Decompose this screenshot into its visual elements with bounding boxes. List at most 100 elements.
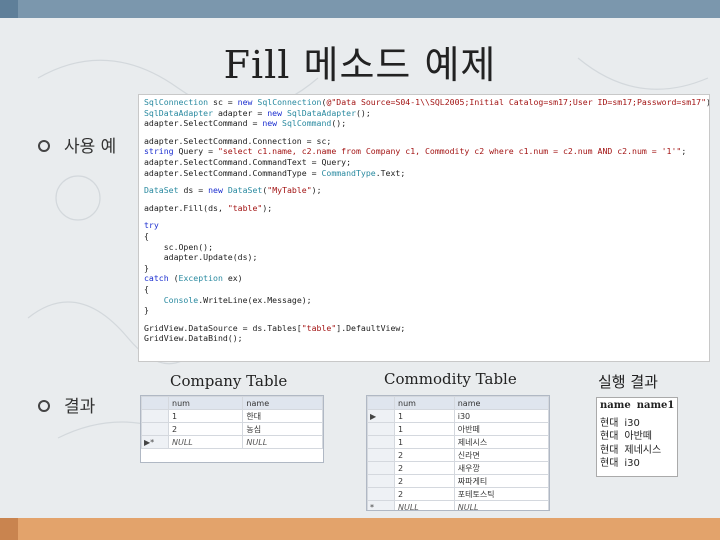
row-selector[interactable] (367, 435, 395, 449)
table-row[interactable]: 2 포테토스틱 (367, 487, 549, 501)
code-token: } (144, 262, 149, 273)
code-token: GridView.DataSource = ds.Tables[ (144, 322, 302, 333)
code-token: { (144, 230, 149, 241)
result-column-header: name (600, 400, 631, 411)
code-token: SqlConnection (144, 97, 209, 107)
table-row[interactable]: 1 아반떼 (367, 422, 549, 436)
table-cell[interactable]: 2 (394, 474, 455, 488)
table-cell[interactable]: 포테토스틱 (453, 487, 549, 501)
result-cell: i30 (624, 458, 640, 469)
row-selector[interactable] (367, 448, 395, 462)
top-accent-bar (0, 0, 720, 18)
row-selector[interactable]: ▶ (367, 409, 395, 423)
code-token: "table" (227, 202, 263, 213)
code-token: .Text; (375, 167, 406, 178)
code-token: adapter.SelectCommand.CommandText = Quer… (144, 156, 352, 167)
bullet-result: 결과 (38, 392, 95, 417)
row-selector[interactable]: * (367, 500, 395, 510)
code-token: new (267, 107, 283, 118)
code-token: Query = (173, 146, 218, 157)
code-token: "table" (301, 322, 337, 333)
code-line: Console.WriteLine(ex.Message); (144, 295, 704, 306)
table-cell[interactable]: NULL (394, 500, 455, 510)
code-token: ); (262, 202, 273, 213)
table-row[interactable]: 2 농심 (141, 422, 323, 436)
code-token: ].DefaultView; (336, 322, 406, 333)
table-cell[interactable]: 1 (394, 435, 455, 449)
row-selector[interactable] (367, 461, 395, 475)
column-header[interactable]: name (242, 396, 323, 410)
code-token: ); (706, 97, 709, 107)
row-selector[interactable]: ▶* (141, 435, 169, 449)
code-token: Console (163, 294, 199, 305)
result-row: 현대 i30 (600, 414, 674, 429)
table-cell[interactable]: NULL (242, 435, 323, 449)
result-row: 현대 제네시스 (600, 441, 674, 456)
code-line: } (144, 305, 704, 316)
table-cell[interactable]: NULL (453, 500, 549, 510)
code-line: string Query = "select c1.name, c2.name … (144, 146, 704, 157)
table-cell[interactable]: 1 (394, 422, 455, 436)
table-row[interactable]: 2 새우깡 (367, 461, 549, 475)
column-header[interactable]: name (453, 396, 549, 410)
row-selector[interactable] (141, 409, 169, 423)
row-selector[interactable] (367, 474, 395, 488)
table-cell[interactable]: NULL (167, 435, 244, 449)
code-token: CommandType (321, 167, 376, 178)
row-selector[interactable] (141, 422, 169, 436)
code-token: try (144, 220, 159, 231)
code-token: new (237, 97, 253, 107)
table-cell[interactable]: 2 (394, 448, 455, 462)
code-token: ex) (222, 273, 243, 284)
code-token: SqlDataAdapter (286, 107, 356, 118)
table-row[interactable]: * NULL NULL (367, 500, 549, 510)
column-header[interactable]: num (167, 396, 244, 410)
row-selector[interactable] (367, 487, 395, 501)
table-row[interactable]: 1 한대 (141, 409, 323, 423)
table-cell[interactable]: 2 (394, 461, 455, 475)
table-cell[interactable]: 2 (167, 422, 244, 436)
code-token: SqlConnection (257, 97, 322, 107)
code-token: adapter = (213, 107, 268, 118)
code-token: (); (331, 118, 347, 129)
table-cell[interactable]: 농심 (242, 422, 323, 436)
code-line: SqlConnection sc = new SqlConnection(@"D… (144, 97, 709, 108)
table-cell[interactable]: 아반떼 (453, 422, 549, 436)
bullet-usage-label: 사용 예 (64, 137, 117, 157)
code-line: catch (Exception ex) (144, 273, 704, 284)
table-cell[interactable]: 1 (394, 409, 455, 423)
table-cell[interactable]: 한대 (242, 409, 323, 423)
code-token: GridView.DataBind(); (144, 333, 243, 344)
result-caption: 실행 결과 (598, 373, 658, 391)
table-row[interactable]: 2 신라면 (367, 448, 549, 462)
table-cell[interactable]: 제네시스 (453, 435, 549, 449)
table-cell[interactable]: i30 (453, 409, 549, 423)
code-line: } (144, 263, 704, 274)
code-token: ); (311, 185, 322, 196)
table-cell[interactable]: 1 (167, 409, 244, 423)
code-token: DataSet (144, 185, 179, 196)
table-cell[interactable]: 새우깡 (453, 461, 549, 475)
table-cell[interactable]: 신라면 (453, 448, 549, 462)
code-token: .WriteLine(ex.Message); (198, 294, 312, 305)
code-line: DataSet ds = new DataSet("MyTable"); (144, 185, 704, 196)
company-table-rows: num name 1 한대 2 농심 ▶* NULL NULL (141, 396, 323, 449)
code-token: ds = (178, 185, 209, 196)
code-token: { (144, 283, 149, 294)
table-cell[interactable]: 2 (394, 487, 455, 501)
table-row[interactable]: 1 제네시스 (367, 435, 549, 449)
table-row[interactable]: ▶ 1 i30 (367, 409, 549, 423)
code-token: adapter.Fill(ds, (144, 202, 228, 213)
column-header[interactable]: num (394, 396, 455, 410)
table-cell[interactable]: 짜파게티 (453, 474, 549, 488)
code-token: "select c1.name, c2.name from Company c1… (217, 146, 682, 157)
table-row[interactable]: 2 짜파게티 (367, 474, 549, 488)
code-token: adapter.SelectCommand.Connection = sc; (144, 135, 332, 146)
result-row: 현대 아반떼 (600, 427, 674, 442)
table-row[interactable]: ▶* NULL NULL (141, 435, 323, 449)
row-selector[interactable] (367, 422, 395, 436)
